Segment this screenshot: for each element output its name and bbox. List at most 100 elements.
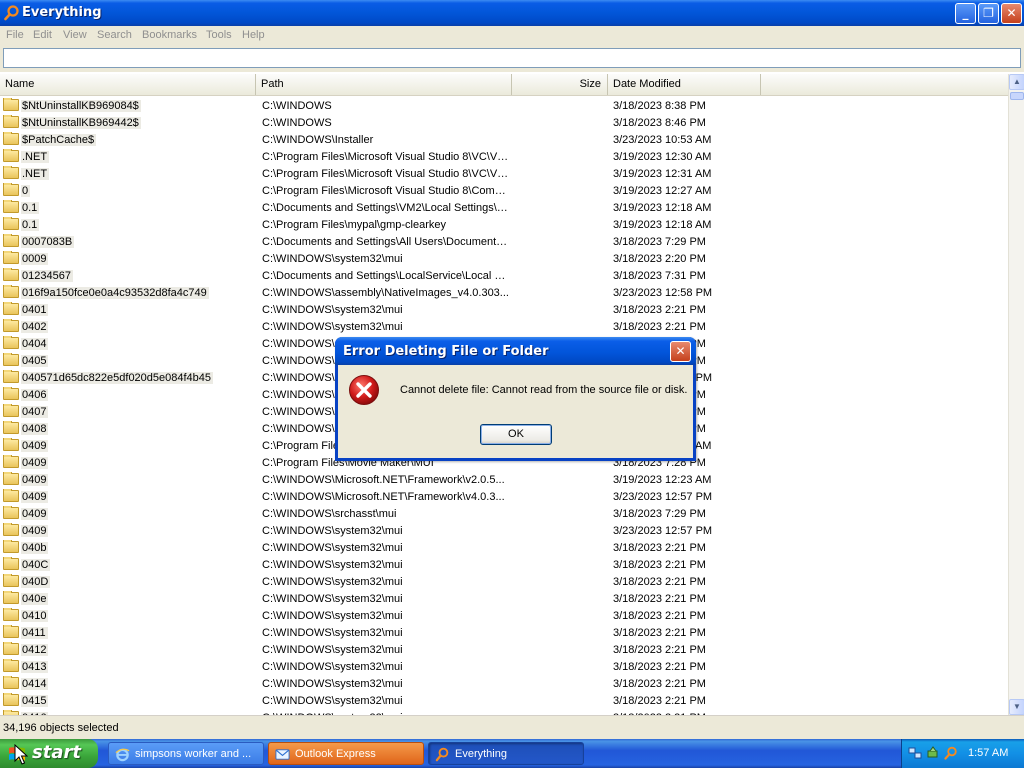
file-name-cell: 0409 <box>3 455 253 472</box>
table-row[interactable]: 040b C:\WINDOWS\system32\mui 3/18/2023 2:2… <box>0 540 1008 557</box>
table-row[interactable]: 0409 C:\WINDOWS\system32\mui 3/23/2023 12:… <box>0 523 1008 540</box>
taskbar-item-outlook-express[interactable]: Outlook Express <box>268 742 424 765</box>
scroll-down-button[interactable]: ▼ <box>1009 699 1024 715</box>
ie-icon <box>115 748 130 762</box>
error-dialog: Error Deleting File or Folder ✕ Cannot d… <box>335 337 696 461</box>
table-row[interactable]: 0409 C:\WINDOWS\srchasst\mui 3/18/2023 7:2… <box>0 506 1008 523</box>
table-row[interactable]: .NET C:\Program Files\Microsoft Visual St… <box>0 166 1008 183</box>
taskbar-item-everything[interactable]: Everything <box>428 742 584 765</box>
table-row[interactable]: .NET C:\Program Files\Microsoft Visual St… <box>0 149 1008 166</box>
safely-remove-hardware-icon[interactable] <box>926 746 940 760</box>
table-row[interactable]: 040D C:\WINDOWS\system32\mui 3/18/2023 2:2… <box>0 574 1008 591</box>
file-name: 016f9a150fce0e0a4c93532d8fa4c749 <box>21 287 209 299</box>
folder-icon <box>3 285 19 298</box>
file-date-modified: 3/19/2023 12:31 AM <box>613 168 712 180</box>
file-date-modified: 3/18/2023 2:21 PM <box>613 695 706 707</box>
table-row[interactable]: 0409 C:\WINDOWS\Microsoft.NET\Framework\v… <box>0 489 1008 506</box>
file-name-cell: 0413 <box>3 659 253 676</box>
everything-search-icon[interactable] <box>944 746 958 760</box>
file-date-modified: 3/18/2023 2:21 PM <box>613 321 706 333</box>
ok-button[interactable]: OK <box>480 424 552 445</box>
folder-icon <box>3 506 19 519</box>
file-path: C:\WINDOWS\assembly\NativeImages_v4.0.30… <box>262 287 509 299</box>
table-row[interactable]: 0401 C:\WINDOWS\system32\mui 3/18/2023 2:2… <box>0 302 1008 319</box>
file-date-modified: 3/23/2023 12:57 PM <box>613 491 713 503</box>
file-name: 0 <box>21 185 31 197</box>
menu-file[interactable]: File <box>6 29 24 41</box>
file-path: C:\WINDOWS\system32\mui <box>262 627 403 639</box>
maximize-button[interactable]: ❐ <box>978 3 999 24</box>
file-path: C:\Program Files\mypal\gmp-clearkey <box>262 219 446 231</box>
file-name: 0.1 <box>21 202 40 214</box>
column-header-size[interactable]: Size <box>512 74 608 95</box>
column-header-name[interactable]: Name <box>0 74 256 95</box>
table-row[interactable]: 0409 C:\WINDOWS\Microsoft.NET\Framework\v… <box>0 472 1008 489</box>
file-path: C:\WINDOWS <box>262 117 332 129</box>
file-date-modified: 3/18/2023 2:20 PM <box>613 253 706 265</box>
folder-icon <box>3 183 19 196</box>
folder-icon <box>3 557 19 570</box>
table-row[interactable]: $PatchCache$ C:\WINDOWS\Installer 3/23/202… <box>0 132 1008 149</box>
taskbar-item-browser[interactable]: simpsons worker and ... <box>108 742 264 765</box>
table-row[interactable]: 0009 C:\WINDOWS\system32\mui 3/18/2023 2:2… <box>0 251 1008 268</box>
menu-view[interactable]: View <box>63 29 87 41</box>
file-name: 0401 <box>21 304 49 316</box>
table-row[interactable]: 0402 C:\WINDOWS\system32\mui 3/18/2023 2:2… <box>0 319 1008 336</box>
file-date-modified: 3/18/2023 8:38 PM <box>613 100 706 112</box>
menu-help[interactable]: Help <box>242 29 265 41</box>
dialog-titlebar[interactable]: Error Deleting File or Folder ✕ <box>335 337 696 365</box>
file-name-cell: 0404 <box>3 336 253 353</box>
table-row[interactable]: 0410 C:\WINDOWS\system32\mui 3/18/2023 2:2… <box>0 608 1008 625</box>
file-name-cell: 0402 <box>3 319 253 336</box>
file-date-modified: 3/23/2023 10:53 AM <box>613 134 712 146</box>
file-name: 0411 <box>21 627 48 639</box>
list-header: Name Path Size Date Modified <box>0 74 1008 96</box>
file-name: .NET <box>21 151 50 163</box>
folder-icon <box>3 608 19 621</box>
file-name: 0007083B <box>21 236 75 248</box>
file-name: 0409 <box>21 457 49 469</box>
file-name: 040C <box>21 559 51 571</box>
dialog-close-button[interactable]: ✕ <box>670 341 691 362</box>
table-row[interactable]: 0414 C:\WINDOWS\system32\mui 3/18/2023 2:2… <box>0 676 1008 693</box>
table-row[interactable]: $NtUninstallKB969084$ C:\WINDOWS 3/18/2023… <box>0 98 1008 115</box>
table-row[interactable]: 01234567 C:\Documents and Settings\LocalS… <box>0 268 1008 285</box>
table-row[interactable]: 0.1 C:\Documents and Settings\VM2\Local S… <box>0 200 1008 217</box>
file-name: 01234567 <box>21 270 73 282</box>
column-header-path[interactable]: Path <box>256 74 512 95</box>
window-titlebar[interactable]: Everything _ ❐ ✕ <box>0 0 1024 26</box>
file-name: 0409 <box>21 474 49 486</box>
file-date-modified: 3/18/2023 2:21 PM <box>613 661 706 673</box>
table-row[interactable]: 0412 C:\WINDOWS\system32\mui 3/18/2023 2:2… <box>0 642 1008 659</box>
table-row[interactable]: 0413 C:\WINDOWS\system32\mui 3/18/2023 2:2… <box>0 659 1008 676</box>
column-header-date-modified[interactable]: Date Modified <box>608 74 761 95</box>
table-row[interactable]: 0415 C:\WINDOWS\system32\mui 3/18/2023 2:2… <box>0 693 1008 710</box>
minimize-button[interactable]: _ <box>955 3 976 24</box>
menu-tools[interactable]: Tools <box>206 29 232 41</box>
folder-icon <box>3 642 19 655</box>
search-input[interactable] <box>3 48 1021 68</box>
menu-search[interactable]: Search <box>97 29 132 41</box>
folder-icon <box>3 268 19 281</box>
table-row[interactable]: 040e C:\WINDOWS\system32\mui 3/18/2023 2:2… <box>0 591 1008 608</box>
folder-icon <box>3 625 19 638</box>
table-row[interactable]: 0007083B C:\Documents and Settings\All Us… <box>0 234 1008 251</box>
taskbar-clock[interactable]: 1:57 AM <box>968 747 1008 759</box>
table-row[interactable]: 0.1 C:\Program Files\mypal\gmp-clearkey 3/… <box>0 217 1008 234</box>
close-button[interactable]: ✕ <box>1001 3 1022 24</box>
table-row[interactable]: 040C C:\WINDOWS\system32\mui 3/18/2023 2:2… <box>0 557 1008 574</box>
scroll-up-button[interactable]: ▲ <box>1009 74 1024 90</box>
network-icon[interactable] <box>908 746 922 760</box>
table-row[interactable]: 016f9a150fce0e0a4c93532d8fa4c749 C:\WINDO… <box>0 285 1008 302</box>
vertical-scrollbar[interactable]: ▲ ▼ <box>1008 74 1024 715</box>
menu-bookmarks[interactable]: Bookmarks <box>142 29 197 41</box>
file-path: C:\WINDOWS\system32\mui <box>262 661 403 673</box>
file-name-cell: 0414 <box>3 676 253 693</box>
file-name: 0009 <box>21 253 49 265</box>
table-row[interactable]: 0411 C:\WINDOWS\system32\mui 3/18/2023 2:2… <box>0 625 1008 642</box>
table-row[interactable]: 0 C:\Program Files\Microsoft Visual Studi… <box>0 183 1008 200</box>
file-name: .NET <box>21 168 50 180</box>
table-row[interactable]: $NtUninstallKB969442$ C:\WINDOWS 3/18/2023… <box>0 115 1008 132</box>
scroll-thumb[interactable] <box>1010 92 1024 100</box>
menu-edit[interactable]: Edit <box>33 29 52 41</box>
